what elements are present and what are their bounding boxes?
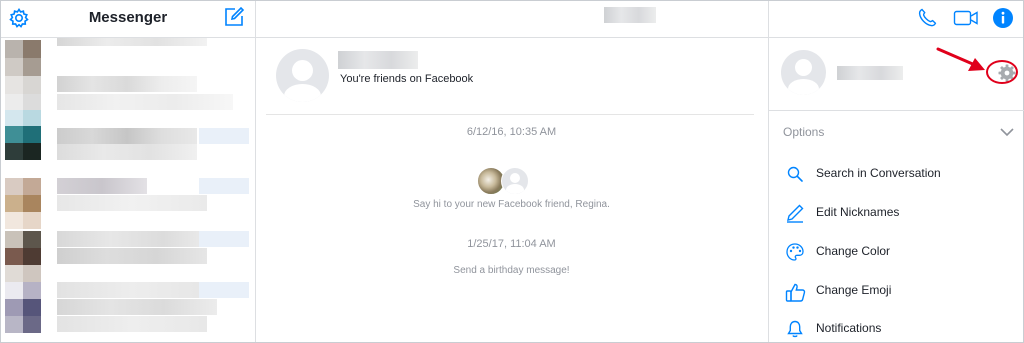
blurred-avatar <box>23 316 41 333</box>
blurred-avatar <box>5 76 23 94</box>
timestamp: 1/25/17, 11:04 AM <box>467 238 556 250</box>
option-label: Change Emoji <box>816 283 892 297</box>
blurred-timestamp <box>199 231 249 247</box>
blurred-preview-text <box>57 144 197 160</box>
blurred-avatar <box>23 265 41 282</box>
conversation-list[interactable] <box>1 38 255 342</box>
compose-icon[interactable] <box>223 6 245 28</box>
blurred-avatar <box>5 248 23 265</box>
blurred-avatar <box>5 299 23 316</box>
messenger-window: Messenger You're friends on Facebook 6/1… <box>0 0 1024 343</box>
blurred-avatar <box>23 110 41 126</box>
divider <box>266 114 754 115</box>
blurred-avatar <box>23 195 41 212</box>
options-section-label: Options <box>783 125 825 139</box>
blurred-preview-text <box>57 76 197 92</box>
annotation-circle <box>986 60 1018 84</box>
blurred-avatar <box>23 126 41 143</box>
blurred-avatar <box>23 76 41 94</box>
conversation-pane: You're friends on Facebook 6/12/16, 10:3… <box>256 1 767 342</box>
blurred-avatar <box>23 40 41 58</box>
blurred-preview-text <box>57 299 217 315</box>
annotation-arrow <box>936 47 985 71</box>
blurred-name-text <box>57 282 207 298</box>
notifications-option[interactable]: Notifications <box>769 311 1024 342</box>
blurred-avatar <box>5 143 23 160</box>
blurred-avatar <box>5 282 23 299</box>
option-label: Search in Conversation <box>816 166 941 180</box>
blurred-name-text <box>57 231 217 247</box>
blurred-avatar <box>5 110 23 126</box>
blurred-avatar <box>5 40 23 58</box>
participants-avatars <box>477 165 533 195</box>
conversation-sidebar: Messenger <box>1 1 256 342</box>
palette-icon <box>785 242 805 262</box>
blurred-preview-text <box>57 248 207 264</box>
blurred-timestamp <box>199 282 249 298</box>
option-label: Notifications <box>816 321 882 335</box>
blurred-avatar <box>5 195 23 212</box>
system-message: Say hi to your new Facebook friend, Regi… <box>413 199 610 210</box>
blurred-avatar <box>23 143 41 160</box>
blurred-avatar <box>5 265 23 282</box>
app-title: Messenger <box>88 9 168 26</box>
blurred-preview-text <box>57 316 207 332</box>
pencil-icon <box>785 203 805 223</box>
blurred-avatar <box>23 282 41 299</box>
change-emoji-option[interactable]: Change Emoji <box>769 273 1024 309</box>
blurred-timestamp <box>199 128 249 144</box>
blurred-avatar <box>23 178 41 195</box>
blurred-avatar <box>5 231 23 248</box>
search-in-conversation-option[interactable]: Search in Conversation <box>769 156 1024 192</box>
timestamp: 6/12/16, 10:35 AM <box>466 126 557 138</box>
blurred-avatar <box>5 126 23 143</box>
details-panel: Options Search in Conversation Edit Nick… <box>768 1 1024 342</box>
blurred-timestamp <box>199 178 249 194</box>
blurred-name-text <box>57 128 197 144</box>
blurred-name-text <box>57 178 147 194</box>
change-color-option[interactable]: Change Color <box>769 234 1024 270</box>
blurred-avatar <box>23 58 41 76</box>
details-avatar <box>781 50 826 95</box>
bell-icon <box>785 319 805 339</box>
friends-note: You're friends on Facebook <box>340 73 474 85</box>
sidebar-header: Messenger <box>1 1 255 38</box>
blurred-name-text <box>57 38 207 46</box>
option-label: Change Color <box>816 244 891 258</box>
blurred-preview-text <box>57 94 233 110</box>
blurred-avatar <box>23 231 41 248</box>
blurred-avatar <box>23 248 41 265</box>
thumbs-up-icon <box>785 281 806 302</box>
blurred-avatar <box>5 58 23 76</box>
search-icon <box>785 164 805 184</box>
blurred-avatar <box>5 178 23 195</box>
details-contact-name <box>837 66 903 80</box>
blurred-avatar <box>5 316 23 333</box>
contact-name <box>338 51 418 69</box>
chevron-down-icon[interactable] <box>999 125 1015 137</box>
system-message[interactable]: Send a birthday message! <box>256 265 767 276</box>
edit-nicknames-option[interactable]: Edit Nicknames <box>769 195 1024 231</box>
blurred-avatar <box>23 212 41 229</box>
blurred-avatar <box>5 212 23 229</box>
contact-avatar <box>276 49 329 102</box>
contact-small-avatar <box>501 167 529 195</box>
option-label: Edit Nicknames <box>816 205 900 219</box>
blurred-avatar <box>23 299 41 316</box>
blurred-preview-text <box>57 195 207 211</box>
